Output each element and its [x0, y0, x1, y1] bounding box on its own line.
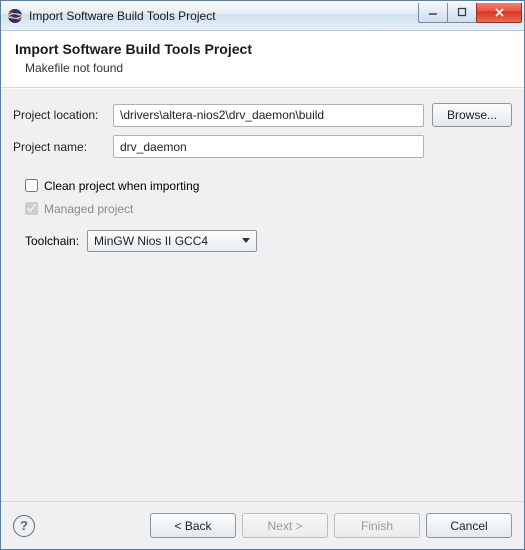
- maximize-button[interactable]: [447, 3, 477, 23]
- managed-project-label: Managed project: [44, 202, 133, 216]
- wizard-header: Import Software Build Tools Project Make…: [1, 31, 524, 88]
- wizard-subtitle: Makefile not found: [25, 61, 510, 75]
- wizard-title: Import Software Build Tools Project: [15, 41, 510, 57]
- project-location-input[interactable]: [113, 104, 424, 127]
- toolchain-value: MinGW Nios II GCC4: [94, 234, 208, 248]
- project-name-row: Project name:: [13, 135, 512, 158]
- toolchain-combo[interactable]: MinGW Nios II GCC4: [87, 230, 257, 252]
- project-name-input[interactable]: [113, 135, 424, 158]
- clean-project-row: Clean project when importing: [21, 176, 512, 195]
- wizard-footer: ? < Back Next > Finish Cancel: [1, 501, 524, 549]
- project-location-row: Project location: Browse...: [13, 103, 512, 127]
- browse-button[interactable]: Browse...: [432, 103, 512, 127]
- help-icon[interactable]: ?: [13, 515, 35, 537]
- project-name-label: Project name:: [13, 140, 113, 154]
- clean-project-checkbox[interactable]: [25, 179, 38, 192]
- next-button: Next >: [242, 513, 328, 538]
- toolchain-row: Toolchain: MinGW Nios II GCC4: [25, 230, 512, 252]
- chevron-down-icon: [242, 238, 250, 243]
- clean-project-label[interactable]: Clean project when importing: [44, 179, 199, 193]
- eclipse-icon: [7, 8, 23, 24]
- wizard-body: Project location: Browse... Project name…: [1, 88, 524, 501]
- close-button[interactable]: [476, 3, 522, 23]
- toolchain-label: Toolchain:: [25, 234, 79, 248]
- minimize-button[interactable]: [418, 3, 448, 23]
- window-title: Import Software Build Tools Project: [29, 9, 419, 23]
- titlebar: Import Software Build Tools Project: [1, 1, 524, 31]
- finish-button: Finish: [334, 513, 420, 538]
- window-buttons: [419, 3, 522, 23]
- project-location-label: Project location:: [13, 108, 113, 122]
- dialog-window: Import Software Build Tools Project Impo…: [0, 0, 525, 550]
- back-button[interactable]: < Back: [150, 513, 236, 538]
- managed-project-row: Managed project: [21, 199, 512, 218]
- cancel-button[interactable]: Cancel: [426, 513, 512, 538]
- managed-project-checkbox: [25, 202, 38, 215]
